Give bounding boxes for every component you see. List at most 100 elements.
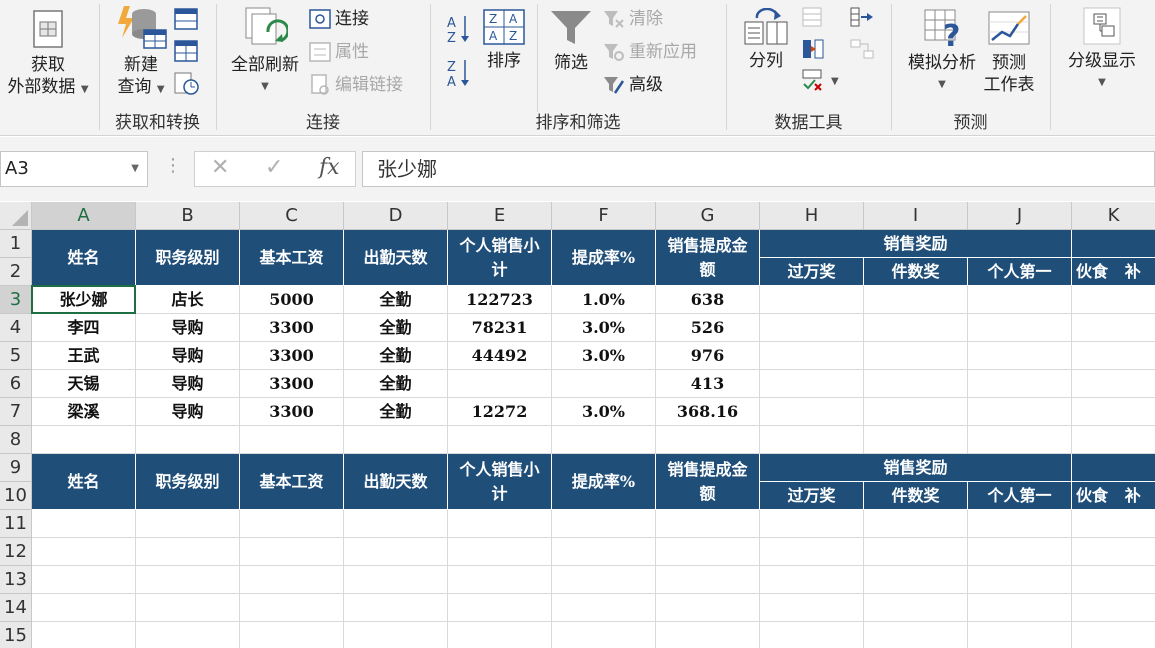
forecast-sheet-button[interactable]: 预测 工作表 bbox=[980, 8, 1038, 96]
table-cell[interactable] bbox=[656, 566, 760, 594]
table-cell[interactable] bbox=[864, 426, 968, 454]
table-cell[interactable] bbox=[864, 314, 968, 342]
table-cell[interactable] bbox=[32, 510, 136, 538]
table-cell[interactable] bbox=[760, 314, 864, 342]
table-cell[interactable] bbox=[1072, 622, 1155, 648]
table-cell[interactable] bbox=[656, 538, 760, 566]
what-if-analysis-button[interactable]: ? 模拟分析 ▼ bbox=[900, 8, 984, 96]
column-header-D[interactable]: D bbox=[344, 202, 448, 230]
table-cell[interactable] bbox=[864, 566, 968, 594]
table-cell[interactable] bbox=[1072, 538, 1155, 566]
column-header-E[interactable]: E bbox=[448, 202, 552, 230]
table-cell[interactable]: 3300 bbox=[240, 398, 344, 426]
table-cell[interactable] bbox=[240, 538, 344, 566]
column-header-H[interactable]: H bbox=[760, 202, 864, 230]
table-cell[interactable] bbox=[552, 510, 656, 538]
table-row-name-cell[interactable]: 梁溪 bbox=[32, 398, 136, 426]
properties-button[interactable]: 属性 bbox=[309, 37, 369, 67]
table-cell[interactable]: 全勤 bbox=[344, 398, 448, 426]
table-cell[interactable]: 3.0% bbox=[552, 314, 656, 342]
header-over-10k-copy[interactable]: 过万奖 bbox=[760, 482, 864, 510]
header-sales[interactable]: 个人销售小计 bbox=[448, 230, 552, 286]
table-cell[interactable]: 全勤 bbox=[344, 342, 448, 370]
data-validation-icon[interactable] bbox=[801, 68, 825, 92]
header-k-top[interactable] bbox=[1072, 230, 1155, 258]
table-cell[interactable] bbox=[32, 622, 136, 648]
table-cell[interactable] bbox=[968, 510, 1072, 538]
table-cell[interactable] bbox=[968, 594, 1072, 622]
table-cell[interactable] bbox=[136, 622, 240, 648]
table-cell[interactable] bbox=[344, 426, 448, 454]
header-top-individual-copy[interactable]: 个人第一 bbox=[968, 482, 1072, 510]
column-header-F[interactable]: F bbox=[552, 202, 656, 230]
table-cell[interactable] bbox=[1072, 426, 1155, 454]
table-cell[interactable]: 3300 bbox=[240, 342, 344, 370]
header-attendance[interactable]: 出勤天数 bbox=[344, 230, 448, 286]
edit-links-button[interactable]: 编辑链接 bbox=[309, 70, 403, 100]
header-over-10k[interactable]: 过万奖 bbox=[760, 258, 864, 286]
table-cell[interactable]: 导购 bbox=[136, 370, 240, 398]
clear-button[interactable]: 清除 bbox=[603, 4, 663, 34]
table-cell[interactable] bbox=[864, 622, 968, 648]
table-cell[interactable] bbox=[240, 510, 344, 538]
table-cell[interactable] bbox=[1072, 370, 1155, 398]
table-cell[interactable] bbox=[864, 594, 968, 622]
table-cell[interactable] bbox=[656, 594, 760, 622]
table-cell[interactable] bbox=[1072, 566, 1155, 594]
header-base-salary[interactable]: 基本工资 bbox=[240, 230, 344, 286]
name-box-dropdown-icon[interactable]: ▼ bbox=[131, 152, 139, 186]
table-cell[interactable] bbox=[552, 370, 656, 398]
table-cell[interactable]: 导购 bbox=[136, 398, 240, 426]
row-header-4[interactable]: 4 bbox=[0, 314, 32, 342]
table-cell[interactable] bbox=[344, 538, 448, 566]
enter-check-icon[interactable]: ✓ bbox=[265, 155, 283, 180]
table-cell[interactable] bbox=[448, 594, 552, 622]
table-cell[interactable]: 413 bbox=[656, 370, 760, 398]
row-header-12[interactable]: 12 bbox=[0, 538, 32, 566]
table-cell[interactable]: 5000 bbox=[240, 286, 344, 314]
formula-bar-grip-icon[interactable]: ⋮ bbox=[164, 155, 182, 176]
header-rate[interactable]: 提成率% bbox=[552, 230, 656, 286]
sort-ascending-icon[interactable]: AZ bbox=[447, 14, 471, 44]
row-header-13[interactable]: 13 bbox=[0, 566, 32, 594]
header-meals[interactable]: 伙食 补 bbox=[1072, 258, 1155, 286]
table-row-name-cell[interactable]: 天锡 bbox=[32, 370, 136, 398]
table-cell[interactable] bbox=[448, 566, 552, 594]
header-sales-copy[interactable]: 个人销售小计 bbox=[448, 454, 552, 510]
table-cell[interactable] bbox=[32, 594, 136, 622]
data-validation-caret[interactable]: ▼ bbox=[831, 76, 839, 87]
table-cell[interactable]: 122723 bbox=[448, 286, 552, 314]
table-cell[interactable]: 526 bbox=[656, 314, 760, 342]
connections-button[interactable]: 连接 bbox=[309, 4, 369, 34]
row-header-11[interactable]: 11 bbox=[0, 510, 32, 538]
table-cell[interactable] bbox=[448, 370, 552, 398]
table-row-name-cell[interactable]: 王武 bbox=[32, 342, 136, 370]
table-cell[interactable] bbox=[448, 538, 552, 566]
table-cell[interactable]: 1.0% bbox=[552, 286, 656, 314]
table-cell[interactable]: 976 bbox=[656, 342, 760, 370]
table-cell[interactable]: 全勤 bbox=[344, 370, 448, 398]
table-cell[interactable]: 导购 bbox=[136, 342, 240, 370]
advanced-button[interactable]: 高级 bbox=[603, 70, 663, 100]
table-cell[interactable] bbox=[968, 314, 1072, 342]
table-cell[interactable]: 368.16 bbox=[656, 398, 760, 426]
table-cell[interactable] bbox=[656, 426, 760, 454]
table-cell[interactable] bbox=[240, 426, 344, 454]
table-cell[interactable] bbox=[136, 566, 240, 594]
header-bonus[interactable]: 销售奖励 bbox=[760, 230, 1072, 258]
row-header-14[interactable]: 14 bbox=[0, 594, 32, 622]
column-header-A[interactable]: A bbox=[32, 202, 136, 230]
row-header-6[interactable]: 6 bbox=[0, 370, 32, 398]
table-cell[interactable] bbox=[32, 566, 136, 594]
table-cell[interactable] bbox=[344, 594, 448, 622]
table-cell[interactable] bbox=[552, 538, 656, 566]
header-commission-copy[interactable]: 销售提成金额 bbox=[656, 454, 760, 510]
header-bonus-copy[interactable]: 销售奖励 bbox=[760, 454, 1072, 482]
table-cell[interactable] bbox=[240, 622, 344, 648]
table-cell[interactable] bbox=[656, 510, 760, 538]
table-cell[interactable] bbox=[968, 370, 1072, 398]
table-cell[interactable] bbox=[864, 398, 968, 426]
row-header-8[interactable]: 8 bbox=[0, 426, 32, 454]
row-header-10[interactable]: 10 bbox=[0, 482, 32, 510]
table-cell[interactable] bbox=[760, 370, 864, 398]
